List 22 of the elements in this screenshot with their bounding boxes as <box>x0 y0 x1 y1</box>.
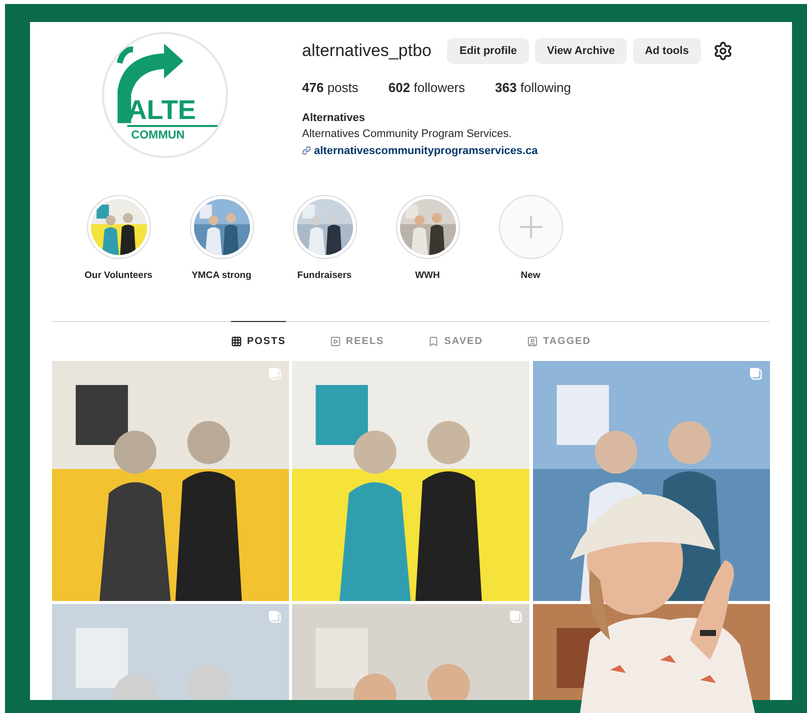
profile-stat[interactable]: 363 following <box>495 78 571 98</box>
profile-name: Alternatives <box>302 110 366 126</box>
person-icon <box>526 336 538 348</box>
profile-stat[interactable]: 602 followers <box>388 78 466 98</box>
highlight-label: Fundraisers <box>297 269 352 283</box>
highlight-label: Our Volunteers <box>84 269 152 283</box>
highlight-label: New <box>520 269 540 283</box>
profile-stat[interactable]: 476 posts <box>302 78 358 98</box>
profile-action-button[interactable]: View Archive <box>534 38 627 64</box>
play-icon <box>330 336 341 348</box>
profile-action-button[interactable]: Edit profile <box>447 38 529 64</box>
username: alternatives_ptbo <box>302 40 432 62</box>
profile-bio: Alternatives Community Program Services. <box>302 127 513 142</box>
highlight-label: WWH <box>415 269 440 283</box>
profile-action-button[interactable]: Ad tools <box>632 38 701 64</box>
website-link[interactable]: alternativescommunityprogramservices.ca <box>314 142 538 159</box>
bookmark-icon <box>428 336 440 348</box>
highlight-label: YMCA strong <box>192 269 252 283</box>
grid-icon <box>230 336 242 348</box>
logo: ALTE COMMUN <box>104 34 226 156</box>
settings-icon[interactable] <box>712 41 733 61</box>
link-icon <box>302 146 311 156</box>
